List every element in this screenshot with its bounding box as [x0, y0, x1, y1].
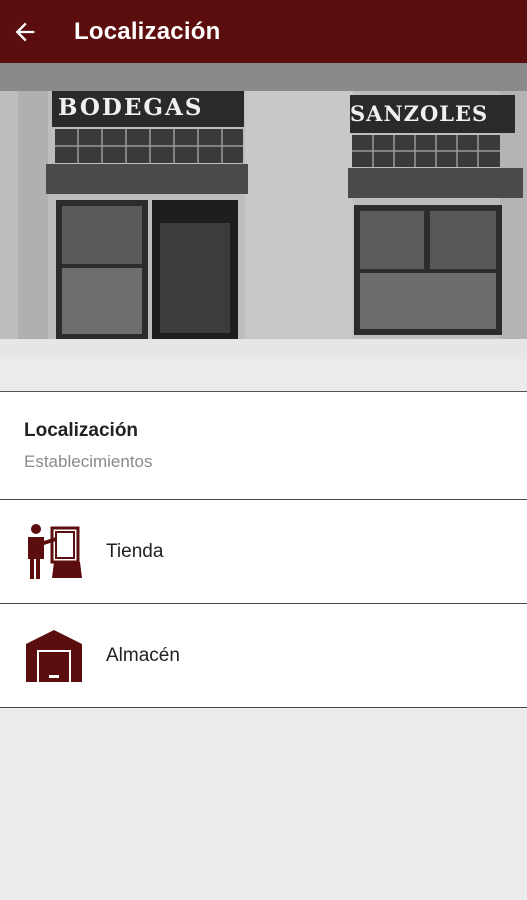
sign-sanzoles: SANZOLES [350, 101, 489, 126]
location-list: Localización Establecimientos Tienda Alm… [0, 359, 527, 708]
page-title: Localización [74, 17, 221, 45]
list-item-almacen[interactable]: Almacén [0, 604, 527, 708]
arrow-left-icon [15, 22, 35, 41]
list-item-label: Tienda [106, 540, 164, 562]
list-item-tienda[interactable]: Tienda [0, 500, 527, 604]
app-bar: Localización [0, 0, 527, 63]
sign-bodegas: BODEGAS [58, 94, 204, 121]
section-title: Localización [24, 420, 139, 441]
list-item-label: Almacén [106, 644, 180, 666]
back-button[interactable] [0, 0, 50, 63]
storefront-photo: BODEGAS SANZOLES [0, 63, 527, 359]
section-subtitle: Establecimientos [24, 452, 153, 471]
shop-clerk-icon [24, 522, 84, 582]
section-header: Localización Establecimientos [0, 392, 527, 500]
spacer [0, 359, 527, 392]
warehouse-icon [24, 626, 84, 686]
